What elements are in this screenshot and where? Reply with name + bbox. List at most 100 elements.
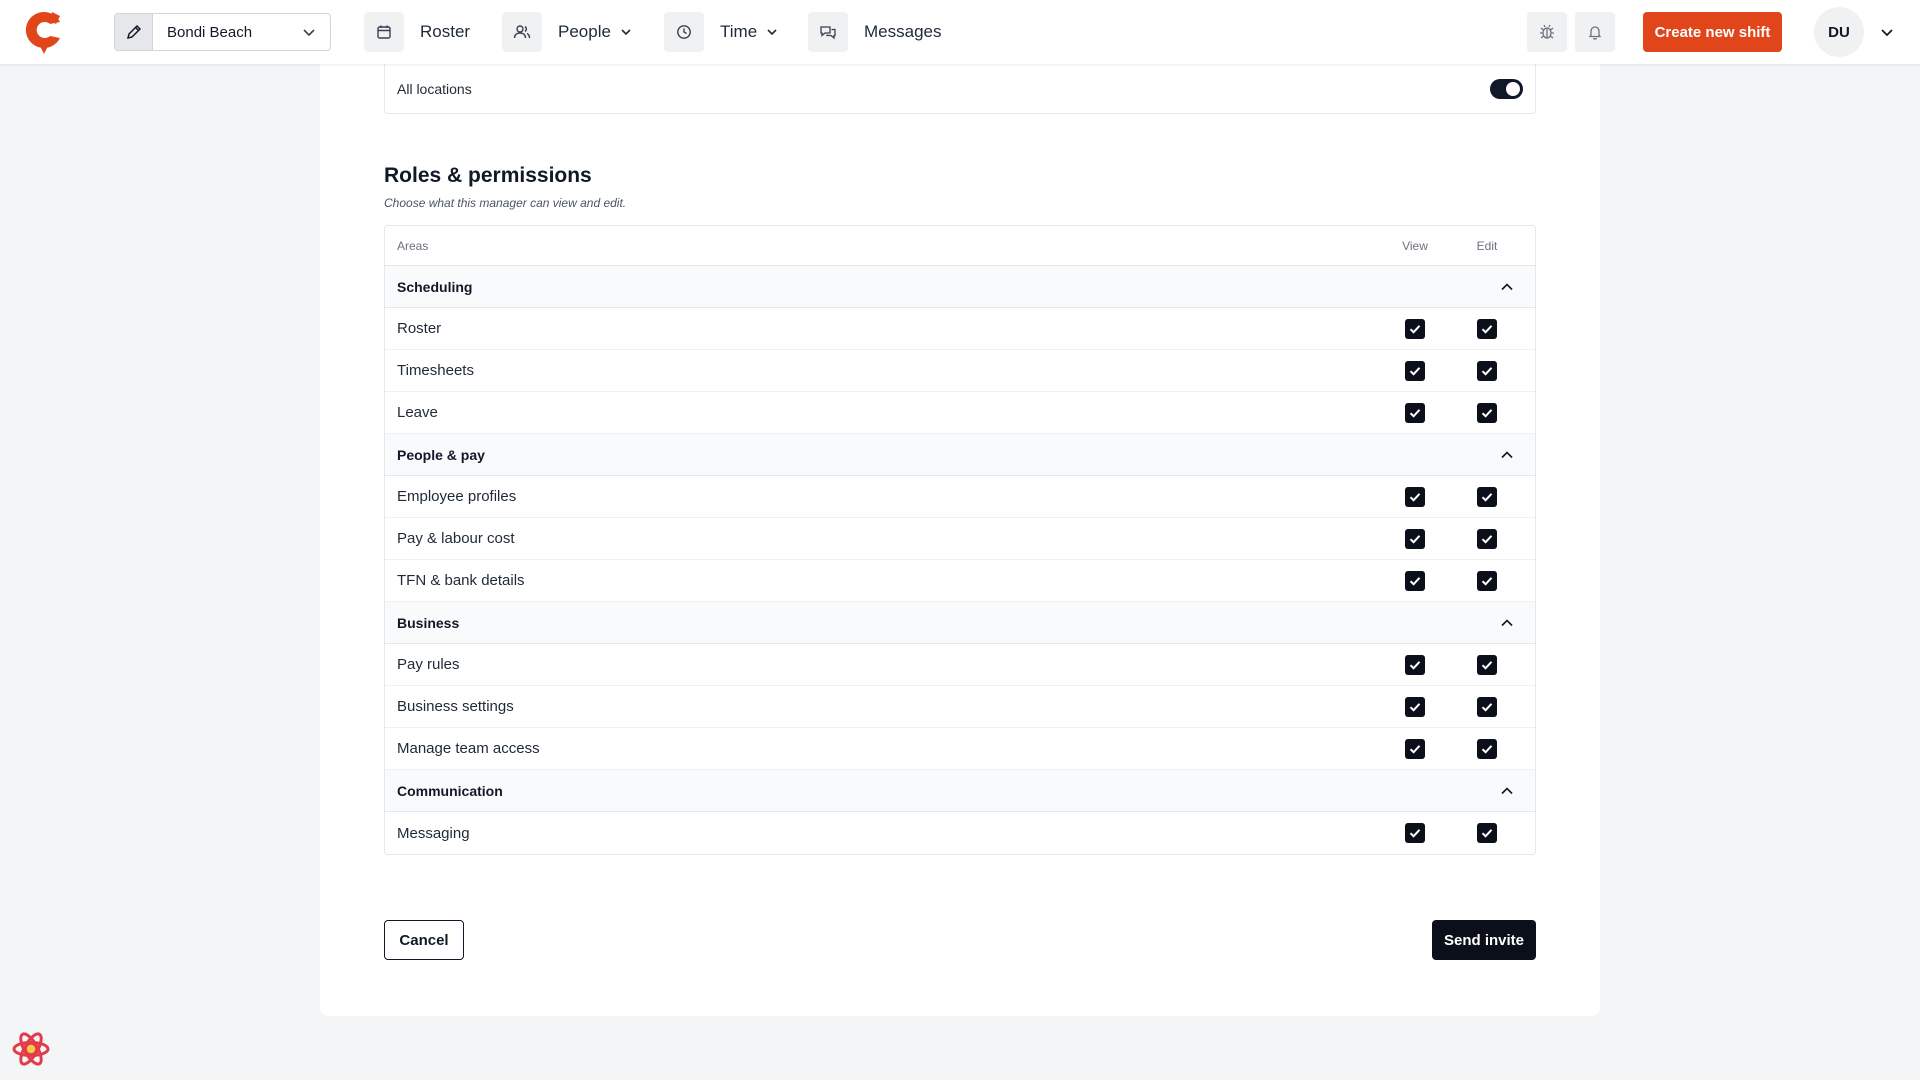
chevron-up-icon[interactable] [1499,447,1515,463]
nav-time[interactable]: Time [664,12,779,52]
edit-checkbox[interactable] [1477,486,1497,507]
edit-checkbox[interactable] [1477,654,1497,675]
permission-row: Business settings [385,686,1535,728]
check-icon [1409,492,1421,502]
all-locations-toggle[interactable] [1490,78,1523,99]
permission-label: Roster [397,320,442,337]
nav-people[interactable]: People [502,12,633,52]
check-icon [1481,534,1493,544]
chevron-down-icon [621,29,631,36]
permissions-table-body: Scheduling Roster Timesheets Leave People & … [385,266,1535,854]
check-icon [1409,366,1421,376]
create-new-shift-button[interactable]: Create new shift [1643,12,1782,52]
view-checkbox[interactable] [1405,570,1425,591]
view-checkbox[interactable] [1405,402,1425,423]
permission-row: Employee profiles [385,476,1535,518]
column-header-areas: Areas [397,238,429,253]
view-checkbox[interactable] [1405,486,1425,507]
view-checkbox[interactable] [1405,360,1425,381]
permission-group-header[interactable]: Business [385,602,1535,644]
permission-label: Leave [397,404,438,421]
permission-label: Pay rules [397,656,460,673]
check-icon [1409,660,1421,670]
edit-checkbox[interactable] [1477,696,1497,717]
check-icon [1409,744,1421,754]
nav-people-label: People [558,22,611,41]
view-checkbox[interactable] [1405,823,1425,843]
nav-roster[interactable]: Roster [364,12,470,52]
chat-icon [820,26,836,40]
chevron-down-icon[interactable] [1879,24,1895,40]
check-icon [1481,744,1493,754]
check-icon [1481,492,1493,502]
permission-label: Employee profiles [397,488,517,505]
nav-time-label: Time [720,22,758,41]
bell-icon [1588,26,1602,40]
chevron-up-icon[interactable] [1499,615,1515,631]
permission-label: Business settings [397,698,514,715]
view-checkbox[interactable] [1405,738,1425,759]
check-icon [1481,324,1493,334]
check-icon [1409,408,1421,418]
permission-label: Timesheets [397,362,474,379]
clock-icon [677,25,691,39]
app-logo-icon[interactable] [22,8,66,56]
chevron-up-icon[interactable] [1499,783,1515,799]
edit-checkbox[interactable] [1477,823,1497,843]
permission-group-label: Scheduling [397,278,473,295]
cancel-button[interactable]: Cancel [384,920,464,960]
view-checkbox[interactable] [1405,528,1425,549]
permission-row: Roster [385,308,1535,350]
top-navigation-bar: Bondi Beach Roster People Time Messages … [0,0,1920,64]
permissions-table-header: Areas View Edit [385,226,1535,266]
location-select[interactable]: Bondi Beach [114,13,331,51]
view-checkbox[interactable] [1405,654,1425,675]
notifications-button[interactable] [1575,12,1615,52]
check-icon [1481,829,1493,838]
permissions-table: Areas View Edit Scheduling Roster Timeshee… [384,225,1536,855]
permission-label: Messaging [397,824,470,842]
permission-group-label: People & pay [397,446,485,463]
permission-label: Pay & labour cost [397,530,515,547]
permission-row: Leave [385,392,1535,434]
view-checkbox[interactable] [1405,318,1425,339]
user-avatar[interactable]: DU [1814,7,1864,57]
edit-checkbox[interactable] [1477,570,1497,591]
check-icon [1481,408,1493,418]
bug-icon [1540,24,1554,39]
permission-row: Pay & labour cost [385,518,1535,560]
check-icon [1481,576,1493,586]
permission-label: Manage team access [397,740,540,757]
permission-group-header[interactable]: People & pay [385,434,1535,476]
permission-row: TFN & bank details [385,560,1535,602]
send-invite-button[interactable]: Send invite [1432,920,1536,960]
all-locations-label: All locations [397,80,472,97]
edit-checkbox[interactable] [1477,360,1497,381]
toggle-knob [1506,81,1520,96]
column-header-edit: Edit [1476,238,1498,253]
check-icon [1481,702,1493,712]
chevron-down-icon [767,29,777,36]
check-icon [1409,534,1421,544]
check-icon [1409,576,1421,586]
edit-checkbox[interactable] [1477,738,1497,759]
permission-group-header[interactable]: Scheduling [385,266,1535,308]
chevron-up-icon[interactable] [1499,279,1515,295]
invite-manager-card: All locations Roles & permissions Choose… [320,40,1600,1016]
chevron-down-icon [303,29,315,37]
edit-checkbox[interactable] [1477,402,1497,423]
pencil-icon [126,24,141,40]
calendar-icon [377,25,391,39]
react-devtools-icon[interactable] [10,1028,52,1070]
edit-location-button[interactable] [115,14,153,50]
check-icon [1409,324,1421,334]
bug-report-button[interactable] [1527,12,1567,52]
edit-checkbox[interactable] [1477,318,1497,339]
nav-messages[interactable]: Messages [808,12,941,52]
permission-row: Messaging [385,812,1535,854]
view-checkbox[interactable] [1405,696,1425,717]
permission-row: Pay rules [385,644,1535,686]
roles-permissions-subtitle: Choose what this manager can view and ed… [384,196,627,210]
permission-group-header[interactable]: Communication [385,770,1535,812]
edit-checkbox[interactable] [1477,528,1497,549]
